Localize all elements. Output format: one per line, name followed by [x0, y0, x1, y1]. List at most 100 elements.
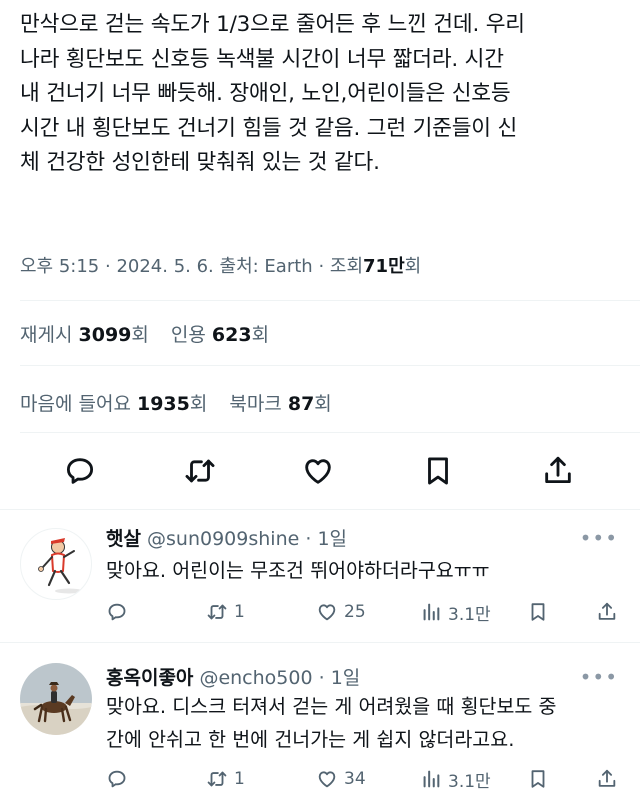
quotes-stat[interactable]: 인용 623회: [171, 324, 269, 346]
bookmark-icon: [531, 603, 545, 621]
reply-separator: ·: [299, 528, 318, 550]
reply-time[interactable]: 1일: [331, 667, 361, 689]
views-icon: [423, 603, 440, 621]
reply-author-handle[interactable]: @sun0909shine: [147, 528, 299, 550]
reply-views-button[interactable]: 3.1만: [420, 597, 491, 627]
avatar[interactable]: [20, 663, 92, 735]
reply-reply-button[interactable]: [106, 597, 134, 627]
source-name[interactable]: Earth: [264, 256, 312, 277]
more-options-button[interactable]: •••: [580, 526, 618, 550]
share-icon: [598, 769, 616, 787]
avatar[interactable]: [20, 528, 92, 600]
reposts-count: 3099: [78, 324, 132, 346]
reply-icon: [108, 770, 126, 788]
quotes-label: 인용: [170, 324, 206, 346]
reply-like-button[interactable]: 34: [316, 764, 366, 794]
quotes-count: 623: [211, 324, 252, 346]
like-count: 25: [344, 602, 366, 622]
divider: [20, 300, 640, 301]
post-action-bar: [0, 448, 640, 494]
likes-label: 마음에 들어요: [20, 393, 131, 415]
views-label: 조회: [329, 256, 364, 277]
reply-author-name[interactable]: 홍옥이좋아: [106, 667, 193, 689]
bookmarks-count: 87: [287, 393, 315, 415]
post-date[interactable]: 2024. 5. 6.: [116, 256, 213, 277]
reply-share-button[interactable]: [596, 597, 624, 627]
meta-separator: ·: [318, 256, 330, 277]
reply-action-bar: 1 25 3.1만: [0, 597, 640, 627]
views-count: 3.1만: [448, 771, 491, 792]
reply-like-button[interactable]: 25: [316, 597, 366, 627]
like-icon: [318, 771, 336, 788]
likes-count: 1935: [136, 393, 190, 415]
reply-action-bar: 1 34 3.1만: [0, 764, 640, 794]
like-button[interactable]: [298, 448, 338, 494]
reposts-stat[interactable]: 재게시 3099회: [20, 324, 149, 346]
like-icon: [305, 459, 331, 484]
divider: [20, 432, 640, 433]
reply-share-button[interactable]: [596, 764, 624, 794]
repost-count: 1: [234, 769, 245, 789]
views-count: 71만: [363, 256, 405, 277]
reply-repost-button[interactable]: 1: [206, 597, 245, 627]
reply-repost-button[interactable]: 1: [206, 764, 245, 794]
repost-button[interactable]: [180, 448, 220, 494]
divider: [20, 365, 640, 366]
reply-views-button[interactable]: 3.1만: [420, 764, 491, 794]
bookmark-icon: [531, 770, 545, 788]
reply-item[interactable]: 햇살 @sun0909shine · 1일 ••• 맞아요. 어린이는 무조건 …: [0, 510, 640, 640]
meta-separator: ·: [105, 256, 117, 277]
reposts-label: 재게시: [20, 324, 73, 346]
post-text-line: 나라 횡단보도 신호등 녹색불 시간이 너무 짧더라. 시간: [20, 46, 504, 72]
reply-bookmark-button[interactable]: [527, 597, 555, 627]
views-count: 3.1만: [448, 604, 491, 625]
repost-icon: [207, 604, 227, 620]
reply-text-line: 간에 안쉬고 한 번에 건너가는 게 쉽지 않더라고요.: [106, 728, 515, 751]
bookmark-button[interactable]: [418, 448, 458, 494]
repost-quote-stats: 재게시 3099회 인용 623회: [20, 320, 269, 347]
reply-author-handle[interactable]: @encho500: [199, 667, 312, 689]
post-time[interactable]: 오후 5:15: [20, 256, 99, 277]
bookmarks-unit: 회: [314, 393, 332, 415]
more-options-button[interactable]: •••: [580, 665, 618, 689]
avatar-illustration: [38, 538, 83, 594]
bookmark-icon: [428, 457, 448, 485]
bookmarks-stat[interactable]: 북마크 87회: [229, 393, 331, 415]
post-text-line: 내 건너기 너무 빠듯해. 장애인, 노인,어린이들은 신호등: [20, 81, 511, 107]
share-icon: [598, 602, 616, 620]
likes-stat[interactable]: 마음에 들어요 1935회: [20, 393, 207, 415]
reply-bookmark-button[interactable]: [527, 764, 555, 794]
reply-button[interactable]: [60, 448, 100, 494]
repost-icon: [185, 459, 215, 483]
post-text: 만삭으로 걷는 속도가 1/3으로 줄어든 후 느낀 건데. 우리 나라 횡단보…: [20, 8, 626, 181]
share-icon: [545, 456, 571, 484]
repost-icon: [207, 771, 227, 787]
reposts-unit: 회: [131, 324, 149, 346]
like-count: 34: [344, 769, 366, 789]
repost-count: 1: [234, 602, 245, 622]
reply-header: 햇살 @sun0909shine · 1일: [106, 524, 347, 551]
reply-icon: [66, 458, 94, 484]
reply-text-line: 맞아요. 어린이는 무조건 뛰어야하더라구요ㅠㅠ: [106, 559, 490, 582]
views-icon: [423, 770, 440, 788]
like-bookmark-stats: 마음에 들어요 1935회 북마크 87회: [20, 389, 332, 416]
source-label: 출처:: [219, 256, 265, 277]
post-text-line: 시간 내 횡단보도 건너기 힘들 것 같음. 그런 기준들이 신: [20, 115, 518, 141]
reply-reply-button[interactable]: [106, 764, 134, 794]
quotes-unit: 회: [251, 324, 270, 346]
views-unit: 회: [404, 256, 422, 277]
reply-text-line: 맞아요. 디스크 터져서 걷는 게 어려웠을 때 횡단보도 중: [106, 695, 557, 718]
share-button[interactable]: [538, 448, 578, 494]
likes-unit: 회: [189, 393, 208, 415]
post-meta: 오후 5:15 · 2024. 5. 6. 출처: Earth · 조회71만회: [20, 252, 421, 278]
reply-header: 홍옥이좋아 @encho500 · 1일: [106, 663, 360, 690]
reply-author-name[interactable]: 햇살: [106, 528, 141, 550]
bookmarks-label: 북마크: [229, 393, 282, 415]
post-text-line: 체 건강한 성인한테 맞춰줘 있는 것 같다.: [20, 150, 380, 176]
reply-item[interactable]: 홍옥이좋아 @encho500 · 1일 ••• 맞아요. 디스크 터져서 걷는…: [0, 643, 640, 797]
reply-icon: [108, 603, 126, 621]
reply-time[interactable]: 1일: [317, 528, 347, 550]
reply-separator: ·: [312, 667, 331, 689]
post-text-line: 만삭으로 걷는 속도가 1/3으로 줄어든 후 느낀 건데. 우리: [20, 12, 525, 37]
avatar-illustration: [20, 663, 92, 735]
